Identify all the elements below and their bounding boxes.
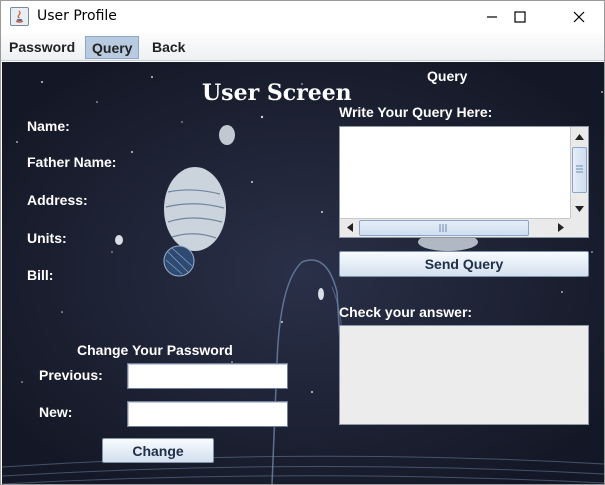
new-password-label: New: xyxy=(39,404,73,420)
menu-bar: Password Query Back xyxy=(1,33,604,61)
previous-password-field[interactable] xyxy=(127,363,288,389)
horizontal-scroll-thumb[interactable] xyxy=(359,220,529,236)
scroll-left-arrow-icon[interactable] xyxy=(341,219,358,236)
content-panel: User Screen Name: Father Name: Address: … xyxy=(2,62,604,484)
units-label: Units: xyxy=(27,230,67,246)
close-icon xyxy=(573,11,585,22)
menu-back[interactable]: Back xyxy=(146,36,191,59)
maximize-icon xyxy=(514,10,526,23)
user-screen-title: User Screen xyxy=(202,80,352,106)
java-app-icon xyxy=(10,7,29,26)
menu-query[interactable]: Query xyxy=(85,36,140,59)
query-heading: Query xyxy=(427,68,468,84)
close-button[interactable] xyxy=(556,1,602,32)
scroll-right-arrow-icon[interactable] xyxy=(552,219,569,236)
send-query-button[interactable]: Send Query xyxy=(339,251,589,277)
scroll-down-arrow-icon[interactable] xyxy=(571,200,588,217)
maximize-button[interactable] xyxy=(497,1,543,32)
title-bar[interactable]: User Profile xyxy=(1,1,604,33)
father-name-label: Father Name: xyxy=(27,154,117,170)
menu-password[interactable]: Password xyxy=(3,36,81,59)
vertical-scroll-thumb[interactable] xyxy=(572,147,587,193)
horizontal-scrollbar[interactable] xyxy=(340,218,571,237)
new-password-field[interactable] xyxy=(127,401,288,427)
change-password-heading: Change Your Password xyxy=(77,342,233,358)
query-textarea[interactable] xyxy=(339,126,589,238)
window-title: User Profile xyxy=(37,8,117,24)
name-label: Name: xyxy=(27,118,70,134)
scroll-up-arrow-icon[interactable] xyxy=(571,128,588,145)
answer-textarea[interactable] xyxy=(339,325,589,425)
bill-label: Bill: xyxy=(27,267,54,283)
scroll-corner xyxy=(570,218,588,237)
write-query-label: Write Your Query Here: xyxy=(339,104,493,120)
user-profile-window: User Profile Password Query Back User Sc… xyxy=(0,0,605,485)
vertical-scrollbar[interactable] xyxy=(570,127,588,219)
address-label: Address: xyxy=(27,192,88,208)
check-answer-label: Check your answer: xyxy=(339,304,473,320)
change-password-button[interactable]: Change xyxy=(102,438,214,463)
previous-password-label: Previous: xyxy=(39,367,103,383)
